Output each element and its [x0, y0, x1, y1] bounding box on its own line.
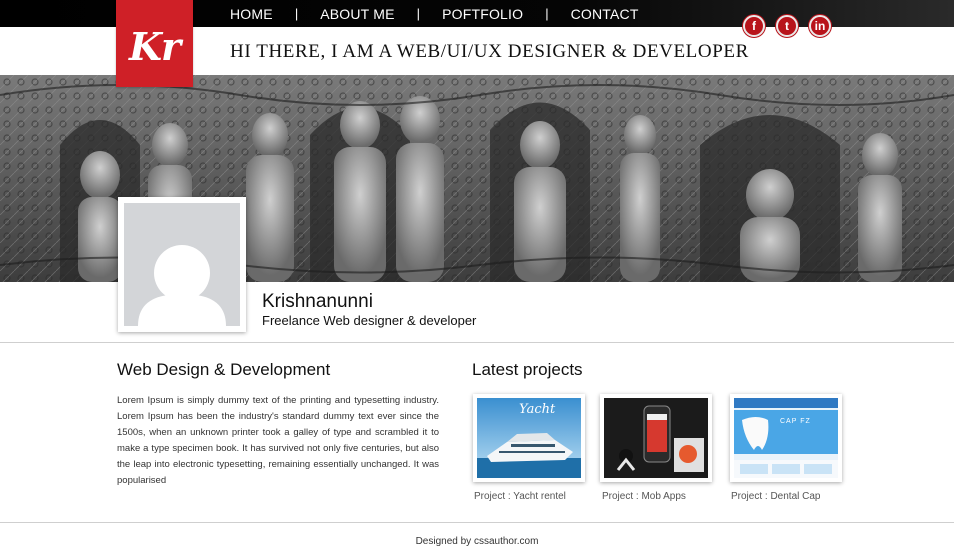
- profile-name: Krishnanunni: [262, 291, 373, 312]
- footer-credit: Designed by cssauthor.com: [415, 536, 539, 547]
- social-links: f t in: [743, 15, 831, 37]
- page-tagline: HI THERE, I AM A WEB/UI/UX DESIGNER & DE…: [230, 41, 749, 62]
- project-thumbnail-mob-apps[interactable]: [600, 394, 712, 482]
- footer-divider: [0, 522, 954, 523]
- project-label-dental-cap[interactable]: Project : Dental Cap: [731, 491, 821, 502]
- project-thumbnail-yacht[interactable]: Yacht: [473, 394, 585, 482]
- nav-separator: |: [416, 6, 421, 21]
- dental-cap-logo-text: CAP FZ: [780, 418, 811, 425]
- avatar-placeholder-icon: [124, 203, 240, 326]
- projects-section-title: Latest projects: [472, 360, 583, 379]
- about-section-title: Web Design & Development: [117, 360, 331, 379]
- avatar: [118, 197, 246, 332]
- mob-apps-image: [604, 398, 708, 478]
- profile-role: Freelance Web designer & developer: [262, 313, 477, 328]
- nav-home[interactable]: HOME: [230, 6, 273, 22]
- project-thumbnail-dental-cap[interactable]: CAP FZ: [730, 394, 842, 482]
- about-text: Lorem Ipsum is simply dummy text of the …: [117, 395, 439, 486]
- nav-separator: |: [294, 6, 299, 21]
- logo-text: Kr: [128, 24, 181, 69]
- nav-contact[interactable]: CONTACT: [571, 6, 639, 22]
- main-nav: HOME | ABOUT ME | POFTFOLIO | CONTACT: [230, 0, 639, 27]
- nav-about-me[interactable]: ABOUT ME: [320, 6, 394, 22]
- twitter-icon[interactable]: t: [776, 15, 798, 37]
- site-logo[interactable]: Kr: [116, 0, 193, 87]
- linkedin-icon[interactable]: in: [809, 15, 831, 37]
- facebook-icon[interactable]: f: [743, 15, 765, 37]
- yacht-image: Yacht: [477, 398, 581, 478]
- yacht-logo-text: Yacht: [519, 402, 556, 417]
- dental-cap-image: CAP FZ: [734, 398, 838, 478]
- nav-portfolio[interactable]: POFTFOLIO: [442, 6, 523, 22]
- project-label-yacht[interactable]: Project : Yacht rentel: [474, 491, 566, 502]
- project-label-mob-apps[interactable]: Project : Mob Apps: [602, 491, 686, 502]
- nav-separator: |: [545, 6, 549, 21]
